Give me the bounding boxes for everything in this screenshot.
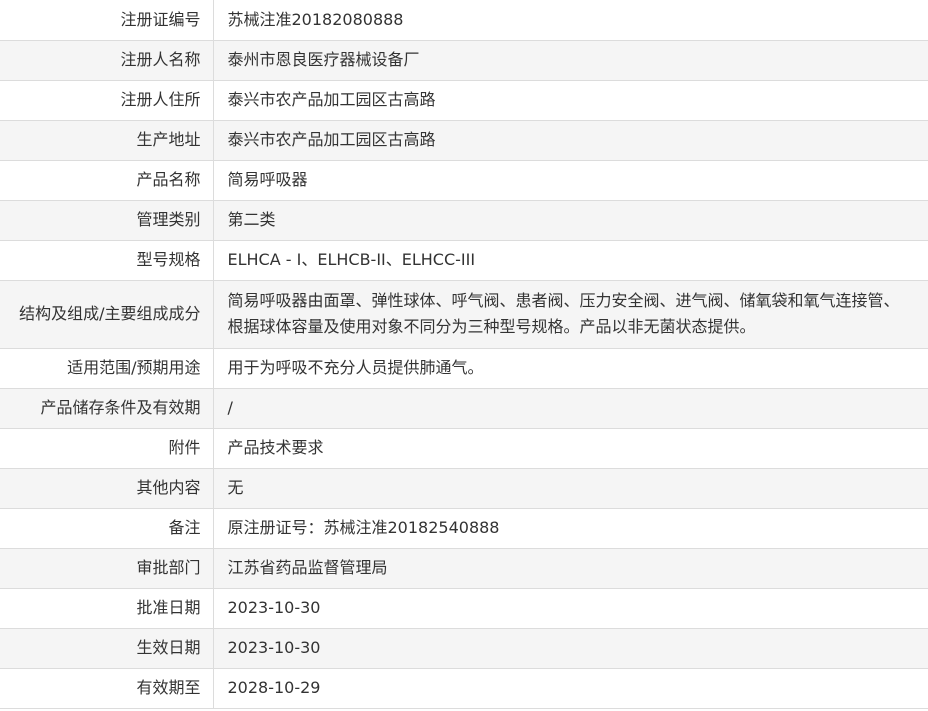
row-label: 注册人住所 (0, 80, 214, 121)
table-row-other-content: 其他内容 无 (0, 468, 928, 509)
row-label: 生效日期 (0, 628, 214, 669)
row-value: ELHCA - I、ELHCB-II、ELHCC-III (213, 240, 928, 281)
row-label: 产品储存条件及有效期 (0, 388, 214, 429)
row-label: 其他内容 (0, 468, 214, 509)
row-value: 泰州市恩良医疗器械设备厂 (213, 40, 928, 81)
registration-info-table: 注册证编号 苏械注准20182080888 注册人名称 泰州市恩良医疗器械设备厂… (0, 0, 928, 709)
row-value: 第二类 (213, 200, 928, 241)
row-value: 产品技术要求 (213, 428, 928, 469)
table-row-registration-number: 注册证编号 苏械注准20182080888 (0, 0, 928, 41)
row-value: 无 (213, 468, 928, 509)
row-value-line-2: 根据球体容量及使用对象不同分为三种型号规格。产品以非无菌状态提供。 (227, 317, 756, 336)
row-label: 附件 (0, 428, 214, 469)
row-value: 原注册证号：苏械注准20182540888 (213, 508, 928, 549)
table-row-product-name: 产品名称 简易呼吸器 (0, 160, 928, 201)
row-value: 泰兴市农产品加工园区古高路 (213, 120, 928, 161)
row-value: 用于为呼吸不充分人员提供肺通气。 (213, 348, 928, 389)
row-value: 简易呼吸器由面罩、弹性球体、呼气阀、患者阀、压力安全阀、进气阀、储氧袋和氧气连接… (213, 280, 928, 349)
row-label: 有效期至 (0, 668, 214, 709)
row-label: 注册人名称 (0, 40, 214, 81)
row-value: 2028-10-29 (213, 668, 928, 709)
row-value-line-1: 简易呼吸器由面罩、弹性球体、呼气阀、患者阀、压力安全阀、进气阀、储氧袋和氧气连接… (227, 291, 900, 310)
table-row-registrant-name: 注册人名称 泰州市恩良医疗器械设备厂 (0, 40, 928, 81)
row-value: 泰兴市农产品加工园区古高路 (213, 80, 928, 121)
table-row-structure-composition: 结构及组成/主要组成成分 简易呼吸器由面罩、弹性球体、呼气阀、患者阀、压力安全阀… (0, 280, 928, 349)
table-row-effective-date: 生效日期 2023-10-30 (0, 628, 928, 669)
table-row-intended-use: 适用范围/预期用途 用于为呼吸不充分人员提供肺通气。 (0, 348, 928, 389)
row-label: 审批部门 (0, 548, 214, 589)
table-row-attachment: 附件 产品技术要求 (0, 428, 928, 469)
table-row-production-address: 生产地址 泰兴市农产品加工园区古高路 (0, 120, 928, 161)
row-value: 江苏省药品监督管理局 (213, 548, 928, 589)
row-value: 2023-10-30 (213, 588, 928, 629)
row-value: / (213, 388, 928, 429)
row-label: 注册证编号 (0, 0, 214, 41)
row-label: 结构及组成/主要组成成分 (0, 280, 214, 349)
row-label: 管理类别 (0, 200, 214, 241)
table-row-approval-department: 审批部门 江苏省药品监督管理局 (0, 548, 928, 589)
row-label: 批准日期 (0, 588, 214, 629)
table-row-registrant-address: 注册人住所 泰兴市农产品加工园区古高路 (0, 80, 928, 121)
row-label: 备注 (0, 508, 214, 549)
row-value: 苏械注准20182080888 (213, 0, 928, 41)
table-row-remarks: 备注 原注册证号：苏械注准20182540888 (0, 508, 928, 549)
row-label: 产品名称 (0, 160, 214, 201)
table-row-model-spec: 型号规格 ELHCA - I、ELHCB-II、ELHCC-III (0, 240, 928, 281)
table-row-storage-validity: 产品储存条件及有效期 / (0, 388, 928, 429)
table-row-management-category: 管理类别 第二类 (0, 200, 928, 241)
registration-info-body: 注册证编号 苏械注准20182080888 注册人名称 泰州市恩良医疗器械设备厂… (0, 0, 928, 709)
row-label: 型号规格 (0, 240, 214, 281)
row-value: 简易呼吸器 (213, 160, 928, 201)
row-value: 2023-10-30 (213, 628, 928, 669)
row-label: 适用范围/预期用途 (0, 348, 214, 389)
table-row-approval-date: 批准日期 2023-10-30 (0, 588, 928, 629)
row-label: 生产地址 (0, 120, 214, 161)
table-row-expiry-date: 有效期至 2028-10-29 (0, 668, 928, 709)
